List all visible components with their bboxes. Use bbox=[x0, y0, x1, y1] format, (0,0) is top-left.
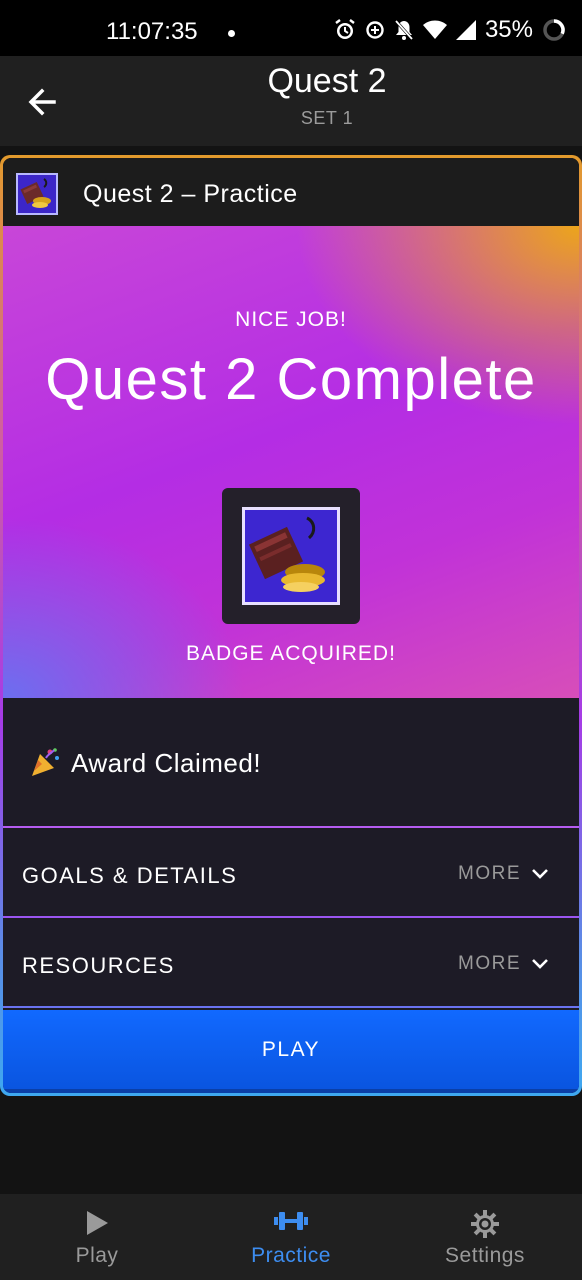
goals-more-toggle[interactable]: MORE bbox=[458, 863, 549, 885]
page-subtitle: SET 1 bbox=[300, 108, 354, 128]
alarm-icon bbox=[335, 19, 355, 39]
play-button[interactable]: PLAY bbox=[3, 1010, 579, 1093]
award-claimed-text: Award Claimed! bbox=[71, 748, 262, 778]
resources-label: RESOURCES bbox=[22, 953, 175, 978]
card-header: Quest 2 – Practice bbox=[3, 158, 579, 226]
chevron-down-icon bbox=[532, 869, 548, 879]
play-triangle-icon bbox=[87, 1211, 108, 1235]
status-icons: 35% bbox=[334, 16, 566, 44]
award-section: Award Claimed! bbox=[3, 698, 579, 828]
nav-label-practice: Practice bbox=[251, 1244, 331, 1267]
party-popper-icon bbox=[32, 748, 59, 776]
resources-row[interactable]: RESOURCES MORE bbox=[3, 920, 579, 1008]
quest-thumbnail-icon bbox=[16, 173, 58, 215]
app-bar: Quest 2 SET 1 bbox=[0, 56, 582, 146]
page-title: Quest 2 bbox=[267, 62, 387, 100]
resources-more-toggle[interactable]: MORE bbox=[458, 953, 549, 975]
quest-card: Quest 2 – Practice NICE JOB! Quest 2 Com… bbox=[0, 155, 582, 1096]
card-header-title: Quest 2 – Practice bbox=[83, 180, 298, 208]
nav-item-settings[interactable]: Settings bbox=[388, 1194, 582, 1280]
status-time: 11:07:35 bbox=[106, 18, 198, 45]
nav-item-practice[interactable]: Practice bbox=[194, 1194, 388, 1280]
badge-icon bbox=[242, 507, 340, 605]
battery-percent: 35% bbox=[484, 16, 533, 43]
notification-dot bbox=[228, 30, 235, 37]
nav-label-settings: Settings bbox=[445, 1244, 525, 1267]
goals-details-row[interactable]: GOALS & DETAILS MORE bbox=[3, 830, 579, 918]
nav-label-play: Play bbox=[75, 1244, 119, 1267]
status-bar: 11:07:35 35% bbox=[0, 0, 582, 56]
completion-hero: NICE JOB! Quest 2 Complete BADGE ACQUIRE… bbox=[3, 226, 579, 699]
data-saver-icon bbox=[366, 21, 384, 39]
more-label: MORE bbox=[458, 863, 521, 884]
gear-icon bbox=[471, 1210, 499, 1238]
chevron-down-icon bbox=[532, 959, 548, 969]
more-label: MORE bbox=[458, 953, 521, 974]
nice-job-label: NICE JOB! bbox=[235, 308, 347, 331]
completion-title: Quest 2 Complete bbox=[45, 347, 537, 412]
wifi-icon bbox=[422, 20, 447, 39]
goals-details-label: GOALS & DETAILS bbox=[22, 863, 238, 888]
play-button-label: PLAY bbox=[261, 1038, 321, 1061]
bottom-nav: Play Practice Settings bbox=[0, 1194, 582, 1280]
dumbbell-icon bbox=[274, 1212, 308, 1230]
badge-acquired-label: BADGE ACQUIRED! bbox=[186, 642, 396, 665]
signal-icon bbox=[455, 20, 476, 40]
battery-ring-icon bbox=[543, 19, 565, 41]
notifications-off-icon bbox=[394, 20, 414, 40]
nav-item-play[interactable]: Play bbox=[0, 1194, 194, 1280]
badge-frame bbox=[222, 488, 360, 624]
